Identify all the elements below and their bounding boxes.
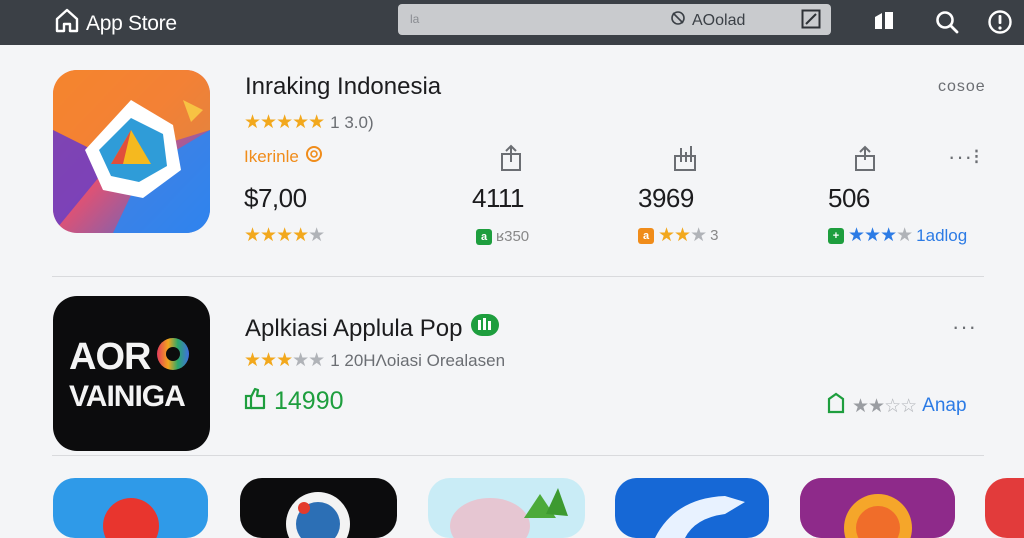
app-icon-aplkiasi[interactable]: AOR VAINIGA bbox=[53, 296, 210, 451]
search-center-label: AOolad bbox=[670, 10, 745, 31]
bookmark-icon[interactable] bbox=[872, 9, 898, 35]
rating-text: 1 20ΗΛoiasi Orealasen bbox=[330, 350, 506, 370]
search-center-text: AOolad bbox=[692, 11, 746, 29]
app-thumb-3[interactable] bbox=[428, 478, 585, 538]
rating-row-1: ★★★★★ 1 3.0) bbox=[244, 111, 374, 134]
chart-icon[interactable] bbox=[672, 144, 698, 171]
more-options-icon[interactable]: ···⁝ bbox=[948, 144, 981, 170]
stat-reviews-sub: a ★★★ 3 bbox=[638, 224, 718, 247]
badge-icon: a bbox=[638, 227, 654, 244]
star-rating: ★★★★★ bbox=[244, 112, 325, 133]
app-title-aplkiasi: Aplkiasi Applula Pop bbox=[245, 314, 463, 342]
publisher-name: Ikerinle bbox=[244, 146, 299, 166]
edit-icon[interactable] bbox=[801, 9, 821, 29]
rating-row-2: ★★★★★ 1 20ΗΛoiasi Orealasen bbox=[244, 349, 505, 372]
no-signal-icon bbox=[670, 10, 686, 31]
upload-icon[interactable] bbox=[852, 144, 878, 171]
search-placeholder: la bbox=[410, 12, 420, 26]
stat-reviews-text: 3 bbox=[710, 227, 719, 244]
stat-price: $7,00 bbox=[244, 183, 307, 213]
thumbs-up-icon bbox=[244, 386, 266, 417]
stat-size-text: 1adlog bbox=[916, 225, 968, 245]
app-thumb-1[interactable] bbox=[53, 478, 208, 538]
app-icon-inraking[interactable] bbox=[53, 70, 210, 233]
stat-reviews: 3969 bbox=[638, 183, 694, 213]
stat-downloads-sub: a ʁ350 bbox=[476, 228, 529, 245]
app-thumb-5[interactable] bbox=[800, 478, 955, 538]
verified-icon bbox=[470, 313, 500, 344]
store-icon bbox=[54, 8, 80, 39]
more-options-icon[interactable]: ··· bbox=[952, 314, 977, 340]
info-icon bbox=[305, 145, 323, 168]
stat-size-sub[interactable]: + ★★★★ 1adlog bbox=[828, 224, 967, 247]
stat-downloads-text: ʁ350 bbox=[496, 228, 530, 245]
alert-icon[interactable] bbox=[987, 9, 1013, 35]
star-rating: ★★★★★ bbox=[244, 350, 325, 371]
divider bbox=[52, 455, 984, 456]
divider bbox=[52, 276, 984, 277]
get-action[interactable]: ★★☆☆ Anap bbox=[826, 392, 967, 420]
badge-icon: a bbox=[476, 228, 492, 245]
stat-downloads: 4111 bbox=[472, 183, 524, 213]
search-icon[interactable] bbox=[934, 9, 960, 35]
app-title-inraking[interactable]: Inraking Indonesia bbox=[245, 73, 441, 101]
rating-count: 1 3.0) bbox=[330, 112, 374, 132]
app-thumb-4[interactable] bbox=[615, 478, 769, 538]
top-bar: App Store la AOolad bbox=[0, 0, 1024, 45]
app-store-title: App Store bbox=[86, 11, 177, 35]
badge-icon: + bbox=[828, 227, 844, 244]
download-count-value: 14990 bbox=[274, 387, 344, 415]
stat-size: 506 bbox=[828, 183, 870, 213]
icon-text-top: AOR bbox=[69, 336, 151, 378]
bookmark-outline-icon bbox=[826, 392, 846, 420]
publisher-link[interactable]: Ikerinle bbox=[244, 145, 323, 168]
app-store-logo[interactable]: App Store bbox=[54, 8, 177, 39]
get-action-label: Anap bbox=[922, 395, 967, 416]
app-title-row-2[interactable]: Aplkiasi Applula Pop bbox=[245, 313, 500, 344]
app-thumb-6[interactable] bbox=[985, 478, 1024, 538]
more-label[interactable]: cosoe bbox=[938, 78, 986, 96]
stat-price-stars: ★★★★★ bbox=[244, 225, 325, 246]
download-count: 14990 bbox=[244, 386, 344, 417]
share-icon[interactable] bbox=[498, 144, 524, 171]
search-input[interactable]: la AOolad bbox=[398, 4, 831, 35]
app-thumb-2[interactable] bbox=[240, 478, 397, 538]
icon-text-bottom: VAINIGA bbox=[69, 380, 186, 413]
